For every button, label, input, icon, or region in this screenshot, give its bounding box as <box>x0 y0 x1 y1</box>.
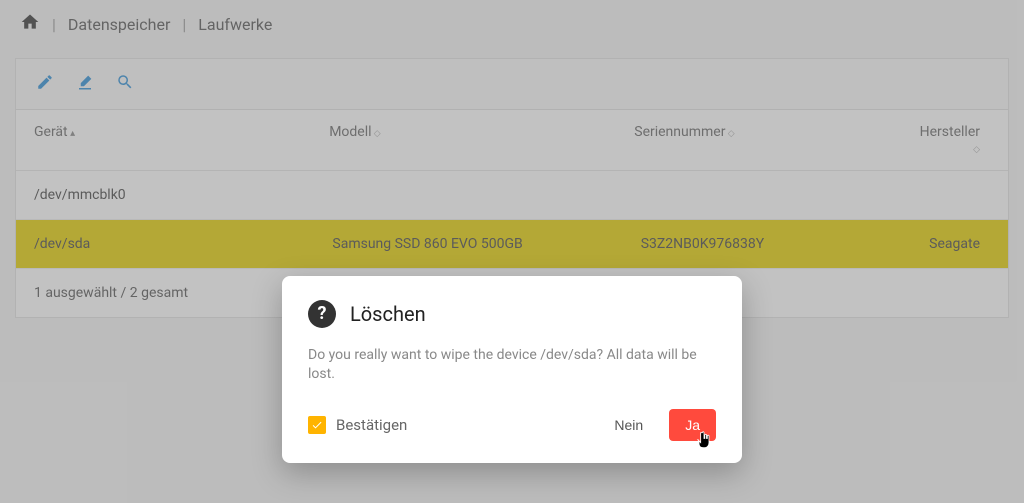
no-button[interactable]: Nein <box>598 409 659 441</box>
dialog-message: Do you really want to wipe the device /d… <box>308 346 716 385</box>
checkbox-checked-icon[interactable] <box>308 416 326 434</box>
confirm-label: Bestätigen <box>336 416 407 434</box>
confirm-checkbox-wrap[interactable]: Bestätigen <box>308 416 598 434</box>
confirm-dialog: ? Löschen Do you really want to wipe the… <box>282 276 742 463</box>
modal-overlay: ? Löschen Do you really want to wipe the… <box>0 0 1024 503</box>
dialog-title: Löschen <box>350 302 426 326</box>
question-icon: ? <box>308 300 336 328</box>
cursor-hand-icon <box>694 431 714 455</box>
